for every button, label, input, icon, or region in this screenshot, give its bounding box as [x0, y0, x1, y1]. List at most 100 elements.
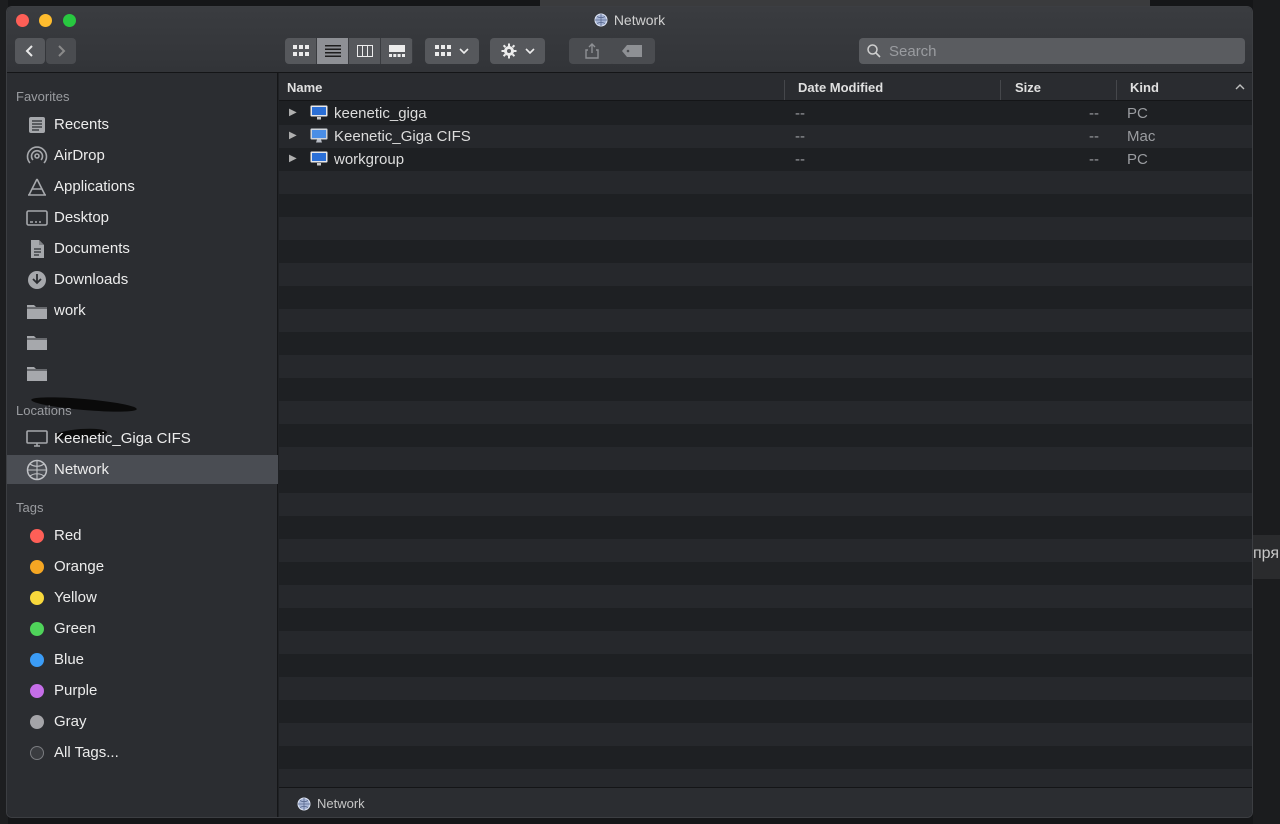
empty-row: [279, 401, 1252, 424]
empty-row: [279, 240, 1252, 263]
disclosure-triangle-icon[interactable]: ▶: [289, 107, 297, 118]
sidebar-tag-yellow[interactable]: Yellow: [7, 583, 278, 612]
list-view-icon: [324, 45, 341, 57]
network-globe-icon: [594, 13, 608, 27]
applications-icon: [26, 177, 48, 197]
sidebar-tag-gray[interactable]: Gray: [7, 707, 278, 736]
empty-row: [279, 355, 1252, 378]
chevron-left-icon: [25, 45, 33, 57]
sidebar-item-redacted-1[interactable]: [7, 327, 278, 356]
sidebar-item-label: Downloads: [54, 271, 129, 288]
sidebar-item-work[interactable]: work: [7, 296, 278, 325]
sidebar: Favorites Recents AirDrop Applications D…: [7, 73, 278, 817]
column-view-button[interactable]: [349, 38, 381, 64]
table-row[interactable]: ▶ keenetic_giga -- -- PC: [279, 102, 1252, 125]
list-view-button[interactable]: [317, 38, 349, 64]
empty-row: [279, 217, 1252, 240]
disclosure-triangle-icon[interactable]: ▶: [289, 130, 297, 141]
icon-view-button[interactable]: [285, 38, 317, 64]
mac-monitor-icon: [310, 128, 328, 143]
sidebar-item-airdrop[interactable]: AirDrop: [7, 141, 278, 170]
empty-row: [279, 677, 1252, 700]
sidebar-item-label: work: [54, 302, 86, 319]
sidebar-tag-all-tags[interactable]: All Tags...: [7, 738, 278, 767]
sidebar-tag-purple[interactable]: Purple: [7, 676, 278, 705]
sidebar-item-network[interactable]: Network: [7, 455, 278, 484]
network-globe-icon: [297, 797, 311, 810]
table-row[interactable]: ▶ workgroup -- -- PC: [279, 148, 1252, 171]
sidebar-section-favorites: Favorites: [16, 89, 70, 104]
sidebar-item-desktop[interactable]: Desktop: [7, 203, 278, 232]
folder-icon: [26, 363, 48, 383]
table-row[interactable]: ▶ Keenetic_Giga CIFS -- -- Mac: [279, 125, 1252, 148]
grid-arrange-icon: [435, 45, 451, 56]
tag-dot-icon: [30, 745, 44, 760]
group-by-button[interactable]: [425, 38, 479, 64]
gallery-view-button[interactable]: [381, 38, 413, 64]
column-view-icon: [356, 45, 373, 57]
column-header-kind[interactable]: Kind: [1130, 80, 1159, 95]
pc-monitor-icon: [310, 105, 328, 120]
tag-dot-icon: [30, 528, 44, 543]
sort-chevron-up-icon: [1235, 84, 1245, 90]
row-kind: Mac: [1127, 128, 1156, 145]
folder-icon: [26, 301, 48, 321]
sidebar-tag-orange[interactable]: Orange: [7, 552, 278, 581]
column-header-date-modified[interactable]: Date Modified: [798, 80, 883, 95]
edit-tags-button[interactable]: [609, 38, 655, 64]
sidebar-item-recents[interactable]: Recents: [7, 110, 278, 139]
sidebar-item-keenetic-giga-cifs[interactable]: Keenetic_Giga CIFS: [7, 424, 278, 453]
row-date-modified: --: [795, 128, 805, 145]
sidebar-item-applications[interactable]: Applications: [7, 172, 278, 201]
sidebar-section-locations: Locations: [16, 403, 72, 418]
back-button[interactable]: [15, 38, 45, 64]
desktop-icon: [26, 208, 48, 228]
background-right: [1253, 0, 1280, 824]
empty-row: [279, 378, 1252, 401]
sidebar-tag-green[interactable]: Green: [7, 614, 278, 643]
column-header-size[interactable]: Size: [1015, 80, 1041, 95]
sidebar-item-redacted-2[interactable]: [7, 358, 278, 387]
sidebar-item-label: Gray: [54, 713, 87, 730]
row-kind: PC: [1127, 151, 1148, 168]
empty-row: [279, 194, 1252, 217]
gallery-view-icon: [388, 45, 405, 57]
row-size: --: [1089, 151, 1099, 168]
empty-row: [279, 263, 1252, 286]
column-divider[interactable]: [1116, 80, 1117, 100]
sidebar-item-label: Documents: [54, 240, 130, 257]
sidebar-item-label: Network: [54, 461, 110, 478]
disclosure-triangle-icon[interactable]: ▶: [289, 153, 297, 164]
tag-dot-icon: [30, 590, 44, 605]
search-placeholder: Search: [889, 42, 937, 60]
monitor-icon: [26, 429, 48, 449]
forward-button[interactable]: [46, 38, 76, 64]
column-divider[interactable]: [1000, 80, 1001, 100]
tag-icon: [622, 45, 642, 57]
document-icon: [26, 239, 48, 259]
row-date-modified: --: [795, 151, 805, 168]
sidebar-item-label: Recents: [54, 116, 110, 133]
sidebar-item-label: AirDrop: [54, 147, 105, 164]
tag-dot-icon: [30, 559, 44, 574]
sidebar-tag-red[interactable]: Red: [7, 521, 278, 550]
download-icon: [26, 270, 48, 290]
empty-row: [279, 700, 1252, 723]
action-menu-button[interactable]: [490, 38, 545, 64]
empty-row: [279, 424, 1252, 447]
tag-dot-icon: [30, 621, 44, 636]
empty-row: [279, 631, 1252, 654]
search-field[interactable]: Search: [859, 38, 1245, 64]
view-mode-group: [285, 38, 413, 64]
sidebar-item-label: Purple: [54, 682, 98, 699]
sidebar-item-documents[interactable]: Documents: [7, 234, 278, 263]
empty-row: [279, 539, 1252, 562]
empty-row: [279, 608, 1252, 631]
column-header-name[interactable]: Name: [287, 80, 322, 95]
column-divider[interactable]: [784, 80, 785, 100]
airdrop-icon: [26, 145, 48, 166]
path-bar-item-network[interactable]: Network: [317, 796, 365, 811]
network-globe-icon: [26, 459, 48, 480]
sidebar-item-downloads[interactable]: Downloads: [7, 265, 278, 294]
sidebar-tag-blue[interactable]: Blue: [7, 645, 278, 674]
